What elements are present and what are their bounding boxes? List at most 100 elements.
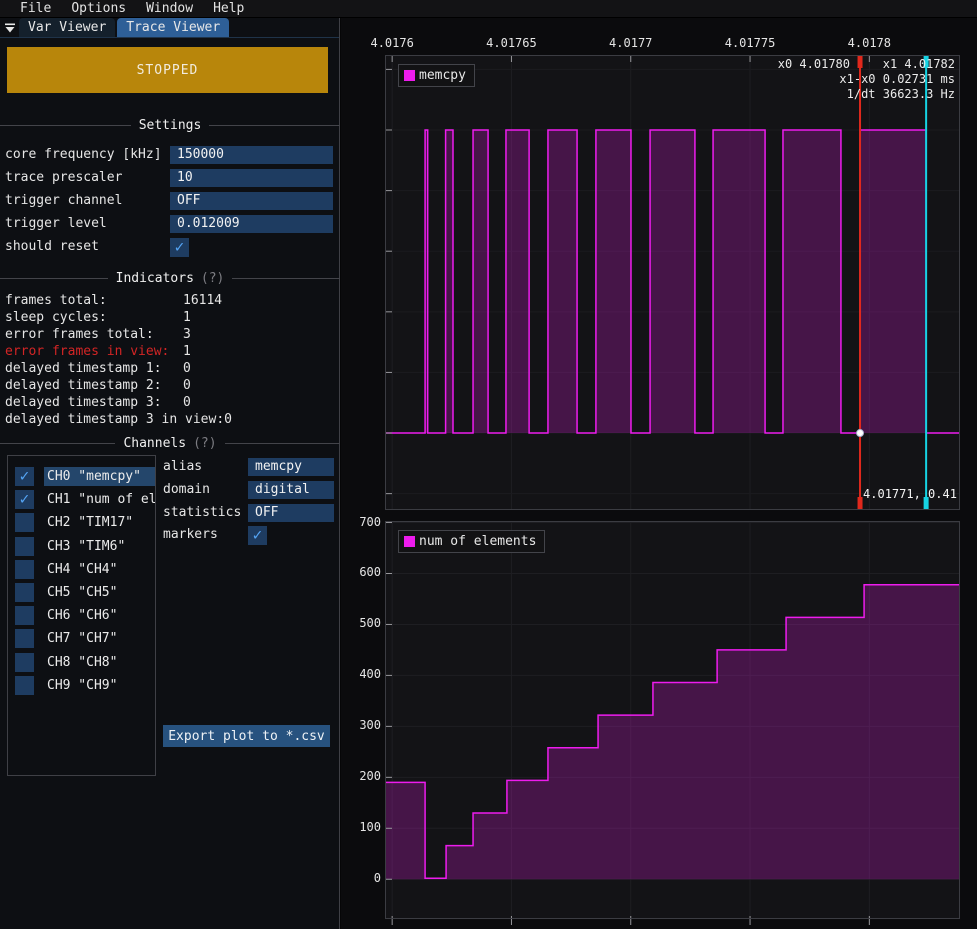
channel-row-ch2[interactable]: CH2 "TIM17" [15,513,155,532]
channel-label[interactable]: CH3 "TIM6" [44,537,155,556]
trigger-level-input[interactable]: 0.012009 [170,215,333,233]
alias-input[interactable]: memcpy [248,458,334,476]
legend-num-of-elements[interactable]: num of elements [398,530,545,553]
check-icon: ✓ [20,468,30,484]
indicator-label: sleep cycles: [5,309,183,326]
channel-row-ch1[interactable]: ✓ CH1 "num of elements" [15,490,155,509]
domain-combo[interactable]: digital [248,481,334,499]
indicator-label: delayed timestamp 3: [5,394,183,411]
indicators-help-icon[interactable]: (?) [201,271,224,286]
channel-checkbox[interactable]: ✓ [15,490,34,509]
x-axis-tick-label: 4.0176 [352,36,432,50]
domain-label: domain [163,481,210,499]
indicator-value: 1 [183,343,191,360]
export-csv-button[interactable]: Export plot to *.csv [163,725,330,747]
legend-swatch-icon [404,70,415,81]
channel-checkbox[interactable] [15,583,34,602]
indicator-label: error frames in view: [5,343,183,360]
channel-checkbox[interactable] [15,560,34,579]
indicator-value: 0 [183,377,191,394]
menu-bar: File Options Window Help [0,0,977,18]
channel-row-ch9[interactable]: CH9 "CH9" [15,676,155,695]
trace-prescaler-input[interactable]: 10 [170,169,333,187]
channel-checkbox[interactable] [15,513,34,532]
x-axis-tick-label: 4.01765 [471,36,551,50]
tab-var-viewer[interactable]: Var Viewer [19,18,115,37]
app-window: File Options Window Help Var Viewer Trac… [0,0,977,929]
channel-row-ch3[interactable]: CH3 "TIM6" [15,537,155,556]
channel-checkbox[interactable] [15,606,34,625]
channel-checkbox[interactable] [15,629,34,648]
markers-label: markers [163,526,218,544]
indicator-row: delayed timestamp 2:0 [5,377,335,394]
y-axis-tick-label: 200 [347,769,381,783]
sidebar: Var Viewer Trace Viewer STOPPED Settings… [0,18,340,929]
alias-label: alias [163,458,202,476]
indicator-row: delayed timestamp 3 in view:0 [5,411,335,428]
channel-checkbox[interactable]: ✓ [15,467,34,486]
channel-label[interactable]: CH4 "CH4" [44,560,155,579]
channel-listbox: ✓ CH0 "memcpy" ✓ CH1 "num of elements" CH2 "… [7,455,156,776]
channel-row-ch4[interactable]: CH4 "CH4" [15,560,155,579]
channel-row-ch0[interactable]: ✓ CH0 "memcpy" [15,467,155,486]
indicator-rows: frames total:16114sleep cycles:1error fr… [5,292,335,428]
tab-trace-viewer[interactable]: Trace Viewer [117,18,229,37]
y-axis-tick-label: 300 [347,718,381,732]
indicator-value: 16114 [183,292,222,309]
should-reset-checkbox[interactable]: ✓ [170,238,189,257]
x-axis-tick-label: 4.0177 [591,36,671,50]
core-frequency-input[interactable]: 150000 [170,146,333,164]
indicators-header: Indicators (?) [0,271,340,286]
core-frequency-label: core frequency [kHz] [5,146,162,164]
indicator-row: delayed timestamp 1:0 [5,360,335,377]
channel-label[interactable]: CH8 "CH8" [44,653,155,672]
channel-checkbox[interactable] [15,653,34,672]
legend-swatch-icon [404,536,415,547]
menu-window[interactable]: Window [136,1,203,16]
channels-help-icon[interactable]: (?) [193,436,216,451]
channel-row-ch6[interactable]: CH6 "CH6" [15,606,155,625]
trace-plot-digital[interactable] [385,55,960,510]
y-axis-tick-label: 100 [347,820,381,834]
tab-overflow-button[interactable] [0,19,19,37]
channel-label[interactable]: CH5 "CH5" [44,583,155,602]
channel-label[interactable]: CH1 "num of elements" [44,490,155,509]
channels-header: Channels (?) [0,436,340,451]
indicator-row: frames total:16114 [5,292,335,309]
channel-label[interactable]: CH0 "memcpy" [44,467,155,486]
marker-delta-readout: x1-x0 0.02731 ms [839,72,955,86]
channel-label[interactable]: CH2 "TIM17" [44,513,155,532]
menu-help[interactable]: Help [203,1,254,16]
indicator-row: delayed timestamp 3:0 [5,394,335,411]
channel-label[interactable]: CH9 "CH9" [44,676,155,695]
channel-label[interactable]: CH6 "CH6" [44,606,155,625]
channel-checkbox[interactable] [15,676,34,695]
menu-file[interactable]: File [10,1,61,16]
channel-row-ch5[interactable]: CH5 "CH5" [15,583,155,602]
markers-checkbox[interactable]: ✓ [248,526,267,545]
settings-header: Settings [0,118,340,133]
y-axis-tick-label: 500 [347,616,381,630]
menu-options[interactable]: Options [61,1,136,16]
trace-plot-analog[interactable] [385,521,960,927]
cursor-position-readout: 4.01771, 0.41 [863,487,957,501]
channel-row-ch8[interactable]: CH8 "CH8" [15,653,155,672]
indicator-value: 3 [183,326,191,343]
indicator-value: 0 [183,360,191,377]
statistics-label: statistics [163,504,241,522]
check-icon: ✓ [20,491,30,507]
chevron-down-icon [4,22,16,34]
trigger-channel-combo[interactable]: OFF [170,192,333,210]
y-axis-tick-label: 700 [347,515,381,529]
indicator-label: error frames total: [5,326,183,343]
channel-row-ch7[interactable]: CH7 "CH7" [15,629,155,648]
acquisition-state-button[interactable]: STOPPED [7,47,328,93]
statistics-combo[interactable]: OFF [248,504,334,522]
trigger-level-label: trigger level [5,215,107,233]
channel-checkbox[interactable] [15,537,34,556]
legend-memcpy[interactable]: memcpy [398,64,475,87]
channel-label[interactable]: CH7 "CH7" [44,629,155,648]
trigger-channel-label: trigger channel [5,192,122,210]
indicator-row: error frames in view:1 [5,343,335,360]
indicator-value: 0 [224,411,232,428]
